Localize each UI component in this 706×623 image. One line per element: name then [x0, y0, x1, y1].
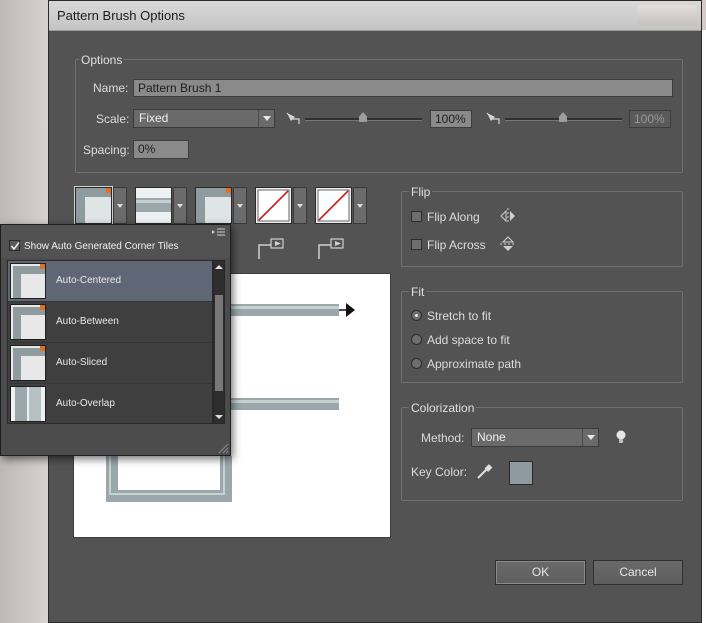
corner-tiles-popup: Show Auto Generated Corner Tiles Auto-Ce…	[0, 224, 231, 456]
flip-group-title: Flip	[409, 185, 433, 199]
scale-max-value[interactable]: 100%	[629, 110, 671, 128]
add-space-to-fit-label[interactable]: Add space to fit	[427, 333, 510, 347]
approximate-path-label[interactable]: Approximate path	[427, 357, 521, 371]
key-color-label: Key Color:	[411, 465, 468, 479]
auto-between-tile-icon	[10, 304, 46, 340]
tile-outer-corner-dropdown[interactable]	[113, 187, 127, 224]
show-auto-corner-tiles-checkbox[interactable]	[9, 240, 20, 251]
tile-start-dropdown[interactable]	[293, 187, 307, 224]
list-item-label: Auto-Sliced	[56, 357, 108, 368]
scale-dropdown-value: Fixed	[139, 111, 169, 125]
spacing-input[interactable]: 0%	[133, 140, 189, 159]
spacing-label: Spacing:	[83, 143, 130, 157]
window-title: Pattern Brush Options	[57, 8, 185, 23]
auto-centered-tile-icon	[10, 263, 46, 299]
flip-across-label[interactable]: Flip Across	[427, 238, 486, 252]
flip-along-icon	[500, 208, 515, 224]
stretch-to-fit-label[interactable]: Stretch to fit	[427, 309, 491, 323]
scale-dropdown[interactable]: Fixed	[133, 109, 275, 128]
show-auto-corner-tiles-label[interactable]: Show Auto Generated Corner Tiles	[24, 241, 179, 252]
none-tile-icon	[257, 189, 290, 222]
resize-grip-icon[interactable]	[217, 442, 229, 454]
auto-sliced-tile-icon	[10, 345, 46, 381]
list-item-auto-sliced[interactable]: Auto-Sliced	[8, 343, 212, 384]
scroll-down-icon[interactable]	[214, 413, 224, 421]
tile-inner-corner-dropdown[interactable]	[233, 187, 247, 224]
scrollbar-thumb[interactable]	[215, 295, 223, 391]
scale-min-slider-icon	[286, 112, 300, 124]
method-dropdown-value: None	[477, 430, 506, 444]
cancel-button[interactable]: Cancel	[593, 560, 683, 585]
flip-group	[401, 191, 683, 267]
title-bar[interactable]: Pattern Brush Options	[49, 1, 701, 31]
scroll-up-icon[interactable]	[214, 263, 224, 271]
flip-along-checkbox[interactable]	[411, 211, 422, 222]
stretch-to-fit-radio[interactable]	[411, 310, 422, 321]
flip-across-checkbox[interactable]	[411, 239, 422, 250]
colorization-group	[401, 407, 683, 501]
chevron-down-icon	[258, 110, 274, 127]
approximate-path-radio[interactable]	[411, 358, 422, 369]
auto-overlap-tile-icon	[10, 386, 46, 422]
list-item-label: Auto-Overlap	[56, 398, 115, 409]
colorization-group-title: Colorization	[409, 401, 477, 415]
popup-menu-icon[interactable]	[212, 227, 226, 237]
tile-outer-corner[interactable]	[74, 186, 113, 225]
inner-corner-tile-icon	[195, 187, 231, 223]
list-item-label: Auto-Centered	[56, 275, 122, 286]
flip-across-icon	[500, 236, 516, 251]
side-tile-icon	[136, 188, 171, 223]
tile-end-dropdown[interactable]	[353, 187, 367, 224]
key-color-swatch[interactable]	[509, 461, 533, 485]
name-input[interactable]: Pattern Brush 1	[133, 79, 673, 97]
checkmark-icon	[10, 242, 20, 251]
eyedropper-icon[interactable]	[475, 463, 493, 481]
tile-side-dropdown[interactable]	[173, 187, 187, 224]
method-label: Method:	[421, 431, 465, 445]
method-dropdown[interactable]: None	[471, 428, 599, 447]
list-item-auto-centered[interactable]: Auto-Centered	[8, 261, 212, 302]
tile-end[interactable]	[315, 187, 352, 224]
window-controls[interactable]	[637, 5, 697, 25]
corner-tile-list[interactable]: Auto-Centered Auto-Between Auto-Sliced A…	[7, 260, 213, 424]
popup-scrollbar[interactable]	[213, 260, 225, 424]
tile-inner-corner[interactable]	[195, 187, 232, 224]
none-tile-icon	[317, 189, 350, 222]
scale-max-slider-icon	[486, 112, 500, 124]
list-item-label: Auto-Between	[56, 316, 119, 327]
tile-side[interactable]	[135, 187, 172, 224]
list-item-auto-between[interactable]: Auto-Between	[8, 302, 212, 343]
chevron-down-icon	[582, 429, 598, 446]
fit-group-title: Fit	[409, 285, 427, 299]
list-item-auto-overlap[interactable]: Auto-Overlap	[8, 384, 212, 423]
ok-button[interactable]: OK	[495, 560, 586, 585]
name-label: Name:	[93, 81, 129, 95]
tips-lightbulb-icon[interactable]	[615, 429, 627, 445]
scale-min-value[interactable]: 100%	[430, 110, 472, 128]
start-tile-position-icon	[258, 238, 284, 259]
end-tile-position-icon	[318, 238, 344, 259]
add-space-to-fit-radio[interactable]	[411, 334, 422, 345]
outer-corner-tile-icon	[75, 187, 111, 223]
tile-start[interactable]	[255, 187, 292, 224]
options-group-title: Options	[79, 53, 125, 67]
flip-along-label[interactable]: Flip Along	[427, 210, 480, 224]
popup-header: Show Auto Generated Corner Tiles	[1, 225, 230, 258]
scale-label: Scale:	[96, 112, 130, 126]
